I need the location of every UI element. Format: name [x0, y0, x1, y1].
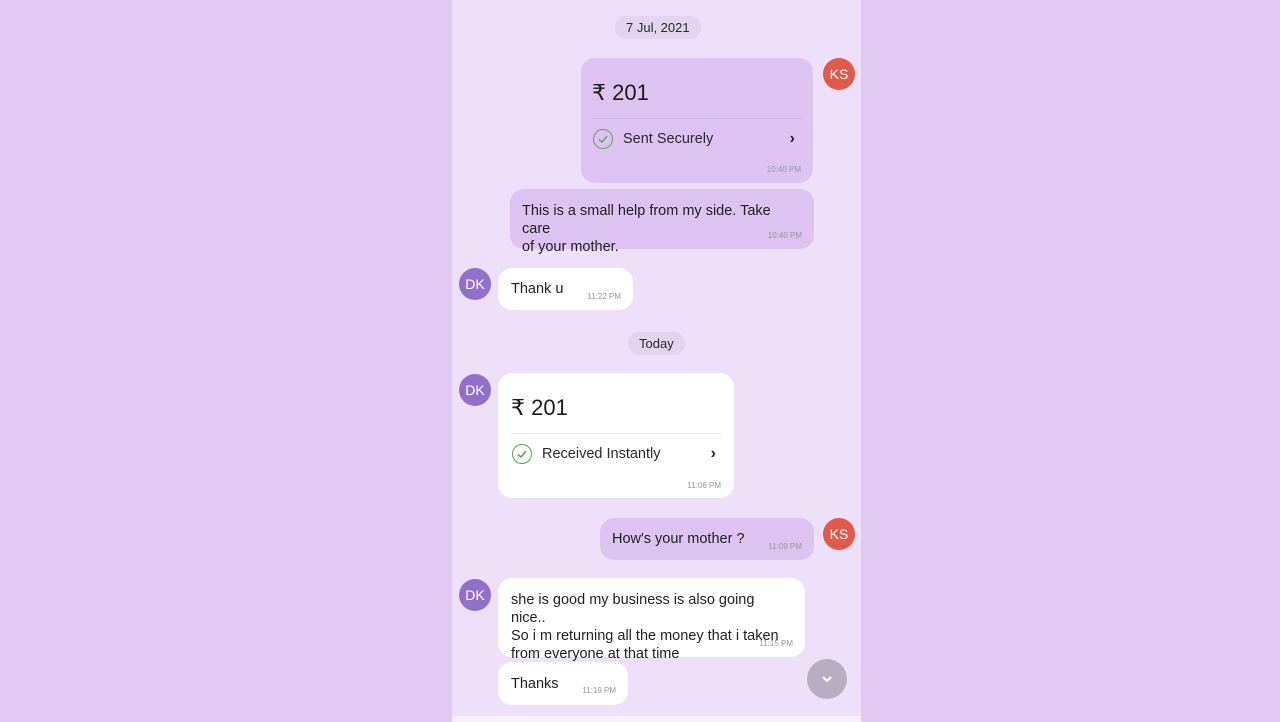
message-bubble-sent[interactable]: This is a small help from my side. Take …	[510, 189, 814, 255]
payment-card-sent[interactable]: ₹ 201 Sent Securely › 10:40 PM	[581, 58, 813, 183]
divider	[511, 433, 721, 434]
message-line: she is good my business is also going ni…	[511, 592, 755, 626]
chevron-right-icon[interactable]: ›	[790, 130, 795, 148]
message-bubble-received[interactable]: Thank u 11:22 PM	[498, 268, 633, 310]
avatar-self[interactable]: KS	[823, 58, 855, 90]
message-line: This is a small help from my side. Take …	[522, 203, 771, 237]
avatar-self[interactable]: KS	[823, 518, 855, 550]
chevron-down-icon	[822, 676, 832, 683]
timestamp: 11:19 PM	[582, 686, 616, 695]
message-line: So i m returning all the money that i ta…	[511, 628, 779, 644]
compose-bar[interactable]	[452, 716, 861, 722]
scroll-to-bottom-button[interactable]	[807, 659, 847, 699]
timestamp: 11:06 PM	[687, 481, 721, 490]
timestamp: 11:22 PM	[587, 292, 621, 301]
payment-status: Received Instantly	[542, 446, 661, 462]
avatar-other[interactable]: DK	[459, 268, 491, 300]
message-bubble-sent[interactable]: How's your mother ? 11:09 PM	[600, 518, 814, 560]
check-circle-icon	[593, 129, 613, 149]
timestamp: 11:15 PM	[759, 639, 793, 648]
message-bubble-received[interactable]: Thanks 11:19 PM	[498, 662, 628, 705]
message-bubble-received[interactable]: she is good my business is also going ni…	[498, 578, 805, 662]
avatar-other[interactable]: DK	[459, 579, 491, 611]
chat-screen: 7 Jul, 2021 KS ₹ 201 Sent Securely › 10:…	[452, 0, 861, 722]
date-chip: 7 Jul, 2021	[615, 16, 701, 39]
chevron-right-icon[interactable]: ›	[711, 445, 716, 463]
timestamp: 11:09 PM	[768, 542, 802, 551]
avatar-other[interactable]: DK	[459, 374, 491, 406]
message-line: of your mother.	[522, 239, 619, 255]
payment-card-received[interactable]: ₹ 201 Received Instantly › 11:06 PM	[498, 373, 734, 498]
date-chip: Today	[628, 332, 685, 355]
payment-amount: ₹ 201	[511, 395, 568, 420]
timestamp: 10:40 PM	[766, 165, 801, 174]
payment-status: Sent Securely	[623, 131, 714, 147]
divider	[592, 118, 802, 119]
check-circle-icon	[512, 444, 532, 464]
timestamp: 10:40 PM	[767, 231, 802, 240]
message-line: from everyone at that time	[511, 646, 680, 662]
payment-amount: ₹ 201	[592, 80, 649, 105]
